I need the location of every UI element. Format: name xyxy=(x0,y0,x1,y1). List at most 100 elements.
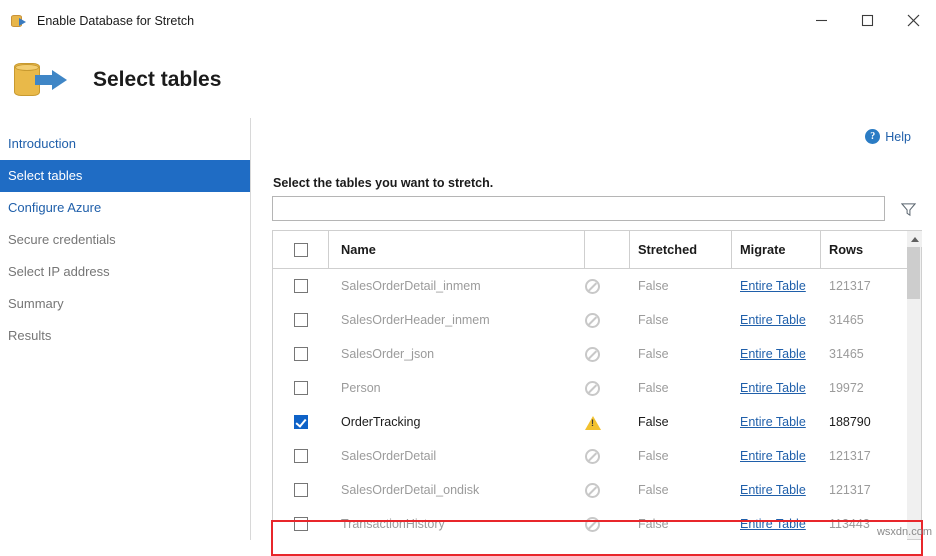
help-icon: ? xyxy=(865,129,880,144)
row-name: Person xyxy=(329,371,585,405)
page-title: Select tables xyxy=(93,68,221,92)
table-row[interactable]: TransactionHistory False Entire Table 11… xyxy=(273,507,921,540)
table-row[interactable]: SalesOrderDetail_inmem False Entire Tabl… xyxy=(273,269,921,303)
sidebar-item-introduction[interactable]: Introduction xyxy=(0,128,250,160)
column-header-rows[interactable]: Rows xyxy=(821,231,908,268)
table-row[interactable]: SalesOrderDetail False Entire Table 1213… xyxy=(273,439,921,473)
sidebar-item-select-ip-address[interactable]: Select IP address xyxy=(0,256,250,288)
row-migrate-link[interactable]: Entire Table xyxy=(732,371,821,405)
scrollbar-thumb[interactable] xyxy=(907,247,920,299)
filter-funnel-icon[interactable] xyxy=(897,198,919,220)
row-migrate-link[interactable]: Entire Table xyxy=(732,507,821,540)
sidebar-item-results[interactable]: Results xyxy=(0,320,250,352)
grid-header-row: Name Stretched Migrate Rows xyxy=(273,231,921,269)
row-migrate-link[interactable]: Entire Table xyxy=(732,303,821,337)
row-checkbox-cell[interactable] xyxy=(273,303,329,337)
row-rows: 188790 xyxy=(821,405,908,439)
tables-grid: Name Stretched Migrate Rows SalesOrderDe… xyxy=(272,230,922,540)
row-name: SalesOrderDetail xyxy=(329,439,585,473)
filter-input[interactable] xyxy=(272,196,885,221)
row-rows: 31465 xyxy=(821,303,908,337)
no-entry-icon xyxy=(585,303,630,337)
row-name: SalesOrder_json xyxy=(329,337,585,371)
filter-row xyxy=(272,196,922,222)
window-title: Enable Database for Stretch xyxy=(37,14,194,28)
row-stretched: False xyxy=(630,303,732,337)
column-header-status xyxy=(585,231,630,268)
row-checkbox[interactable] xyxy=(294,347,308,361)
row-checkbox[interactable] xyxy=(294,279,308,293)
row-checkbox[interactable] xyxy=(294,483,308,497)
row-checkbox-cell[interactable] xyxy=(273,439,329,473)
help-link[interactable]: ? Help xyxy=(865,129,911,144)
row-checkbox[interactable] xyxy=(294,449,308,463)
grid-vertical-scrollbar[interactable] xyxy=(907,230,922,540)
sidebar-item-select-tables[interactable]: Select tables xyxy=(0,160,250,192)
no-entry-icon xyxy=(585,371,630,405)
select-all-checkbox-cell[interactable] xyxy=(273,231,329,268)
table-row[interactable]: SalesOrder_json False Entire Table 31465 xyxy=(273,337,921,371)
row-checkbox-cell[interactable] xyxy=(273,507,329,540)
row-migrate-link[interactable]: Entire Table xyxy=(732,405,821,439)
row-checkbox-cell[interactable] xyxy=(273,371,329,405)
sidebar-item-configure-azure[interactable]: Configure Azure xyxy=(0,192,250,224)
row-rows: 121317 xyxy=(821,473,908,507)
no-entry-icon xyxy=(585,473,630,507)
row-checkbox-cell[interactable] xyxy=(273,337,329,371)
table-row[interactable]: Person False Entire Table 19972 xyxy=(273,371,921,405)
row-checkbox[interactable] xyxy=(294,517,308,531)
wizard-steps-sidebar: Introduction Select tables Configure Azu… xyxy=(0,118,251,540)
table-row[interactable]: SalesOrderHeader_inmem False Entire Tabl… xyxy=(273,303,921,337)
minimize-button[interactable] xyxy=(798,0,844,41)
row-stretched: False xyxy=(630,405,732,439)
instruction-text: Select the tables you want to stretch. xyxy=(273,176,493,190)
row-migrate-link[interactable]: Entire Table xyxy=(732,269,821,303)
row-stretched: False xyxy=(630,371,732,405)
column-header-migrate[interactable]: Migrate xyxy=(732,231,821,268)
row-rows: 19972 xyxy=(821,371,908,405)
row-rows: 31465 xyxy=(821,337,908,371)
sidebar-item-summary[interactable]: Summary xyxy=(0,288,250,320)
row-name: SalesOrderHeader_inmem xyxy=(329,303,585,337)
scroll-up-arrow-icon[interactable] xyxy=(907,231,922,247)
wizard-window: Enable Database for Stretch Select table… xyxy=(0,0,936,540)
row-name: OrderTracking xyxy=(329,405,585,439)
help-label: Help xyxy=(885,130,911,144)
row-stretched: False xyxy=(630,439,732,473)
row-checkbox-cell[interactable] xyxy=(273,473,329,507)
column-header-name[interactable]: Name xyxy=(329,231,585,268)
sidebar-item-secure-credentials[interactable]: Secure credentials xyxy=(0,224,250,256)
title-bar: Enable Database for Stretch xyxy=(0,0,936,41)
row-checkbox-cell[interactable] xyxy=(273,269,329,303)
no-entry-icon xyxy=(585,439,630,473)
close-button[interactable] xyxy=(890,0,936,41)
row-name: TransactionHistory xyxy=(329,507,585,540)
no-entry-icon xyxy=(585,269,630,303)
row-stretched: False xyxy=(630,269,732,303)
row-rows: 121317 xyxy=(821,269,908,303)
select-all-checkbox[interactable] xyxy=(294,243,308,257)
window-controls xyxy=(798,0,936,41)
column-header-stretched[interactable]: Stretched xyxy=(630,231,732,268)
row-rows: 121317 xyxy=(821,439,908,473)
row-checkbox-cell[interactable] xyxy=(273,405,329,439)
table-row-selected[interactable]: OrderTracking False Entire Table 188790 xyxy=(273,405,921,439)
row-name: SalesOrderDetail_ondisk xyxy=(329,473,585,507)
grid-body: SalesOrderDetail_inmem False Entire Tabl… xyxy=(273,269,921,540)
watermark: wsxdn.com xyxy=(877,526,932,538)
row-migrate-link[interactable]: Entire Table xyxy=(732,473,821,507)
row-migrate-link[interactable]: Entire Table xyxy=(732,439,821,473)
table-row[interactable]: SalesOrderDetail_ondisk False Entire Tab… xyxy=(273,473,921,507)
row-checkbox[interactable] xyxy=(294,313,308,327)
row-checkbox[interactable] xyxy=(294,381,308,395)
row-migrate-link[interactable]: Entire Table xyxy=(732,337,821,371)
no-entry-icon xyxy=(585,337,630,371)
maximize-button[interactable] xyxy=(844,0,890,41)
database-stretch-icon xyxy=(11,12,29,30)
database-stretch-large-icon xyxy=(14,58,72,102)
no-entry-icon xyxy=(585,507,630,540)
row-checkbox[interactable] xyxy=(294,415,308,429)
row-name: SalesOrderDetail_inmem xyxy=(329,269,585,303)
row-stretched: False xyxy=(630,473,732,507)
page-header: Select tables xyxy=(0,41,936,118)
